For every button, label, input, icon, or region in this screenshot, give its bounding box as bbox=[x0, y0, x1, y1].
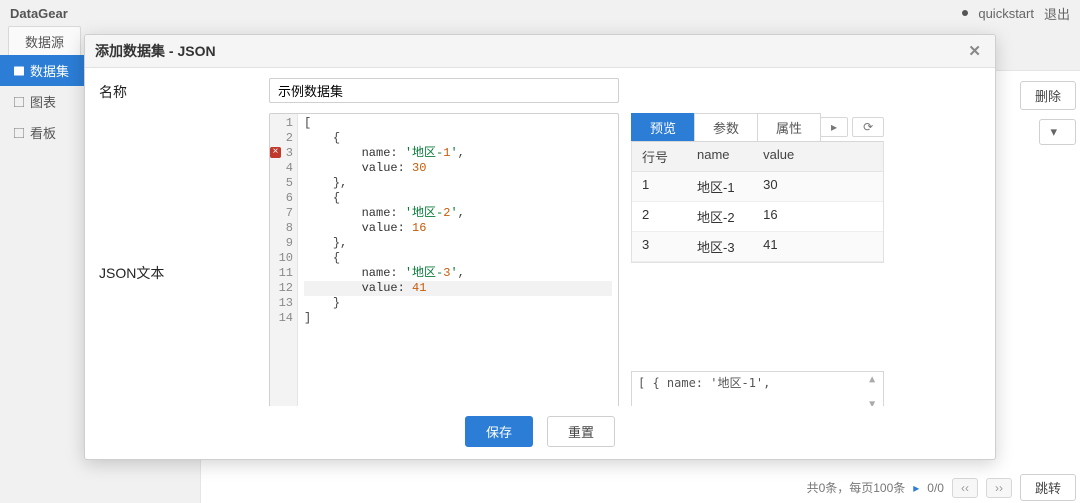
cell-index: 1 bbox=[632, 172, 687, 201]
cell-value: 41 bbox=[753, 232, 883, 261]
pager-prev[interactable]: ‹‹ bbox=[952, 478, 978, 498]
chart-icon bbox=[14, 97, 24, 107]
table-row[interactable]: 1地区-130 bbox=[632, 172, 883, 202]
preview-table: 行号 name value 1地区-1302地区-2163地区-341 bbox=[631, 141, 884, 263]
preview-raw-text: [ { name: '地区-1', bbox=[638, 376, 770, 390]
brand: DataGear bbox=[10, 6, 68, 21]
sidebar-item-dataset[interactable]: 数据集 bbox=[0, 55, 90, 86]
cell-name: 地区-2 bbox=[687, 202, 753, 231]
save-button[interactable]: 保存 bbox=[465, 416, 533, 447]
dialog-title-bar: 添加数据集 - JSON ✕ bbox=[85, 35, 995, 68]
json-label: JSON文本 bbox=[99, 113, 269, 406]
cell-index: 3 bbox=[632, 232, 687, 261]
pager-summary: 共0条，每页100条 bbox=[807, 479, 906, 496]
tab-datasource[interactable]: 数据源 bbox=[8, 26, 81, 56]
sidebar-item-label: 图表 bbox=[30, 92, 56, 111]
tab-preview[interactable]: 预览 bbox=[631, 113, 695, 141]
pager-jump-button[interactable]: 跳转 bbox=[1020, 474, 1076, 501]
filter-select[interactable]: ▾ bbox=[1039, 119, 1076, 145]
run-icon[interactable]: ▸ bbox=[820, 117, 848, 137]
preview-panel: 预览 参数 属性 ▸ ⟳ 行号 name bbox=[631, 113, 884, 406]
table-row[interactable]: 2地区-216 bbox=[632, 202, 883, 232]
cell-index: 2 bbox=[632, 202, 687, 231]
pager: 共0条，每页100条 ▸ 0/0 ‹‹ ›› 跳转 bbox=[621, 474, 1076, 501]
board-icon bbox=[14, 128, 24, 138]
tab-attrs[interactable]: 属性 bbox=[757, 113, 821, 141]
dataset-icon bbox=[14, 66, 24, 76]
cell-name: 地区-3 bbox=[687, 232, 753, 261]
add-dataset-dialog: 添加数据集 - JSON ✕ 名称 JSON文本 123456789101112… bbox=[84, 34, 996, 460]
delete-button[interactable]: 删除 bbox=[1020, 81, 1076, 110]
col-name: name bbox=[687, 142, 753, 171]
col-index: 行号 bbox=[632, 142, 687, 171]
dialog-title: 添加数据集 - JSON bbox=[95, 41, 216, 61]
sidebar-item-label: 看板 bbox=[30, 123, 56, 142]
tab-params[interactable]: 参数 bbox=[694, 113, 758, 141]
table-row[interactable]: 3地区-341 bbox=[632, 232, 883, 262]
close-icon[interactable]: ✕ bbox=[964, 42, 985, 60]
cell-value: 16 bbox=[753, 202, 883, 231]
user-name[interactable]: quickstart bbox=[978, 6, 1034, 21]
cell-value: 30 bbox=[753, 172, 883, 201]
pager-next[interactable]: ›› bbox=[986, 478, 1012, 498]
sidebar-item-chart[interactable]: 图表 bbox=[0, 86, 90, 117]
sidebar-item-board[interactable]: 看板 bbox=[0, 117, 90, 148]
json-editor[interactable]: 1234567891011121314 [ { name: '地区-1', va… bbox=[269, 113, 619, 406]
sidebar: 数据集 图表 看板 bbox=[0, 55, 90, 148]
status-dot bbox=[962, 10, 968, 16]
sidebar-item-label: 数据集 bbox=[30, 61, 69, 80]
refresh-icon[interactable]: ⟳ bbox=[852, 117, 884, 137]
col-value: value bbox=[753, 142, 883, 171]
name-label: 名称 bbox=[99, 78, 269, 102]
dataset-name-input[interactable] bbox=[269, 78, 619, 103]
app-header: DataGear quickstart 退出 bbox=[0, 0, 1080, 26]
pager-page: 0/0 bbox=[927, 481, 944, 495]
cell-name: 地区-1 bbox=[687, 172, 753, 201]
reset-button[interactable]: 重置 bbox=[547, 416, 615, 447]
preview-raw[interactable]: [ { name: '地区-1', ▲▼ bbox=[631, 371, 884, 406]
logout-link[interactable]: 退出 bbox=[1044, 4, 1070, 23]
